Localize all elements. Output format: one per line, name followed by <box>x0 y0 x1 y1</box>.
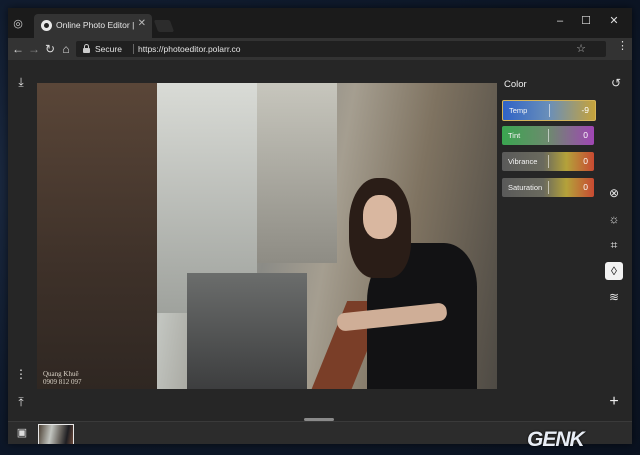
close-window-button[interactable]: ✕ <box>605 12 623 30</box>
browser-menu-icon[interactable]: ⋮ <box>617 39 628 52</box>
minimize-button[interactable]: – <box>551 12 569 30</box>
maximize-button[interactable]: ☐ <box>577 12 595 30</box>
watermark-name: Quang Khuê <box>43 370 79 378</box>
photo-watermark: Quang Khuê 0909 812 097 <box>43 370 82 386</box>
genk-logo: GENK <box>527 428 585 451</box>
incognito-icon: ◎ <box>13 18 23 30</box>
slider-label: Vibrance <box>508 157 538 166</box>
slider-center-tick <box>549 104 550 117</box>
slider-temp[interactable]: Temp -9 <box>502 100 596 121</box>
star-icon[interactable]: ☆ <box>576 42 586 55</box>
back-button[interactable]: ← <box>10 41 26 57</box>
slider-center-tick <box>548 181 549 194</box>
light-icon[interactable]: ☼ <box>605 210 623 228</box>
browser-toolbar: ← → ↻ ⌂ Secure https://photoeditor.polar… <box>8 38 632 60</box>
photo-thumbnail[interactable] <box>38 424 74 444</box>
layers-icon[interactable]: ≋ <box>605 288 623 306</box>
home-button[interactable]: ⌂ <box>58 41 74 57</box>
slider-vibrance[interactable]: Vibrance 0 <box>502 152 594 171</box>
url-text: https://photoeditor.polarr.co <box>138 44 241 54</box>
lock-icon <box>83 44 90 53</box>
add-button[interactable]: + <box>605 393 623 411</box>
watermark-phone: 0909 812 097 <box>43 378 82 386</box>
more-options-icon[interactable]: ⋮ <box>13 366 29 382</box>
reset-icon[interactable]: ↺ <box>608 75 624 91</box>
new-tab-button[interactable] <box>153 20 175 32</box>
forward-button[interactable]: → <box>26 41 42 57</box>
polarr-editor: ⤓ ⋮ ⤒ Quang Khuê 0909 812 097 Color ↺ Te… <box>8 60 632 444</box>
slider-center-tick <box>548 155 549 168</box>
share-icon[interactable]: ⤒ <box>13 394 29 410</box>
slider-value: 0 <box>583 182 588 192</box>
tab-close-icon[interactable]: ✕ <box>138 18 146 29</box>
tab-photo-editor[interactable]: Online Photo Editor | Pola ✕ <box>34 14 152 38</box>
power-lines <box>187 273 307 389</box>
slider-label: Tint <box>508 131 521 140</box>
tab-title: Online Photo Editor | Pola <box>56 20 134 30</box>
slider-value: 0 <box>583 130 588 140</box>
slider-value: 0 <box>583 156 588 166</box>
reload-button[interactable]: ↻ <box>42 41 58 57</box>
address-bar[interactable]: Secure https://photoeditor.polarr.co ☆ <box>76 41 606 57</box>
gallery-icon[interactable]: ▣ <box>15 426 29 440</box>
color-icon[interactable]: ⊗ <box>605 184 623 202</box>
slider-label: Saturation <box>508 183 543 192</box>
drop-icon[interactable]: ◊ <box>605 262 623 280</box>
slider-value: -9 <box>581 105 589 115</box>
secure-label: Secure <box>95 44 122 54</box>
slider-saturation[interactable]: Saturation 0 <box>502 178 594 197</box>
building-right <box>257 83 337 263</box>
tab-strip: ◎ Online Photo Editor | Pola ✕ – ☐ ✕ <box>8 8 632 38</box>
divider <box>133 44 134 54</box>
slider-tint[interactable]: Tint 0 <box>502 126 594 145</box>
crop-icon[interactable]: ⌗ <box>605 236 623 254</box>
browser-window: ◎ Online Photo Editor | Pola ✕ – ☐ ✕ ← →… <box>8 8 632 444</box>
slider-center-tick <box>548 129 549 142</box>
slider-label: Temp <box>509 106 528 115</box>
woman-face <box>363 195 397 239</box>
photo-canvas[interactable]: Quang Khuê 0909 812 097 <box>37 83 497 389</box>
panel-title: Color <box>504 79 527 90</box>
building-left <box>37 83 157 389</box>
polarr-favicon-icon <box>41 20 52 31</box>
download-icon[interactable]: ⤓ <box>13 74 29 90</box>
